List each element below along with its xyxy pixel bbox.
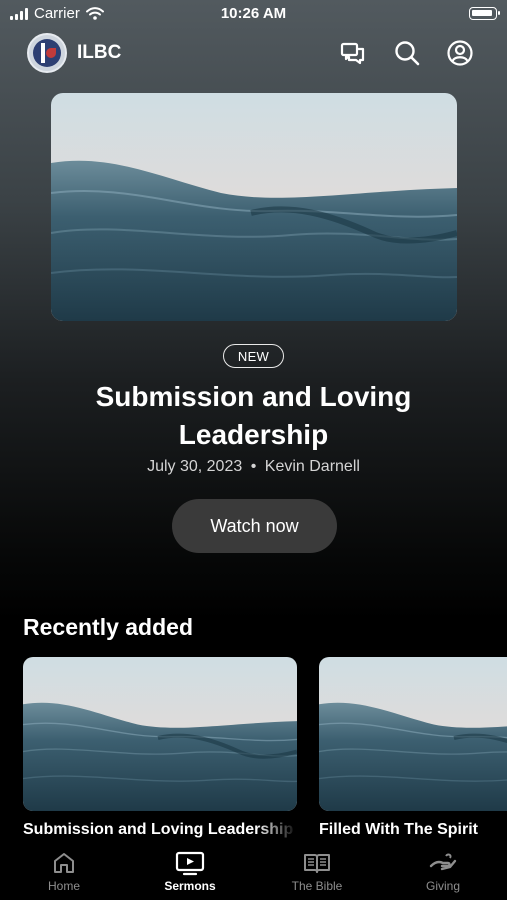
home-icon	[54, 853, 74, 873]
giving-hand-icon	[429, 853, 457, 871]
hero-title[interactable]: Submission and Loving Leadership	[40, 378, 467, 454]
hero-thumbnail[interactable]	[51, 93, 457, 321]
battery-icon	[469, 7, 500, 20]
sermon-thumbnail[interactable]	[319, 657, 507, 811]
sermon-card-title: Submission and Loving Leadership	[23, 821, 294, 838]
book-icon	[304, 854, 330, 873]
profile-icon[interactable]	[446, 39, 474, 67]
app-screen: Carrier 10:26 AM ILBC NEW Submission and…	[0, 0, 507, 900]
new-badge: NEW	[223, 344, 284, 368]
tab-sermons[interactable]: Sermons	[140, 846, 240, 900]
meta-separator: •	[250, 458, 257, 475]
sermon-card[interactable]: Filled With The Spirit	[319, 657, 507, 839]
brand-name: ILBC	[77, 42, 122, 63]
tab-label: The Bible	[291, 879, 343, 893]
status-bar: Carrier 10:26 AM	[0, 0, 507, 28]
chat-icon[interactable]	[339, 39, 367, 67]
sermon-card-title: Filled With The Spirit	[319, 821, 478, 838]
tab-label: Home	[47, 879, 80, 893]
section-title: Recently added	[23, 614, 193, 640]
tab-label: Sermons	[164, 879, 216, 893]
sermon-speaker: Kevin Darnell	[264, 458, 360, 475]
tv-play-icon	[175, 851, 205, 876]
tab-bar: Home Sermons The Bible Giving	[0, 846, 507, 900]
tab-giving[interactable]: Giving	[393, 846, 493, 900]
sermon-card[interactable]: Submission and Loving Leadership	[23, 657, 297, 839]
tab-the-bible[interactable]: The Bible	[267, 846, 367, 900]
tab-label: Giving	[425, 879, 460, 893]
hero-meta: July 30, 2023 • Kevin Darnell	[0, 458, 507, 476]
app-header: ILBC	[0, 30, 507, 76]
sermon-date: July 30, 2023	[147, 458, 243, 475]
church-logo[interactable]	[27, 33, 67, 73]
status-time: 10:26 AM	[220, 5, 287, 22]
sermon-thumbnail[interactable]	[23, 657, 297, 811]
search-icon[interactable]	[393, 39, 421, 67]
tab-home[interactable]: Home	[14, 846, 114, 900]
watch-now-button[interactable]: Watch now	[172, 499, 337, 553]
